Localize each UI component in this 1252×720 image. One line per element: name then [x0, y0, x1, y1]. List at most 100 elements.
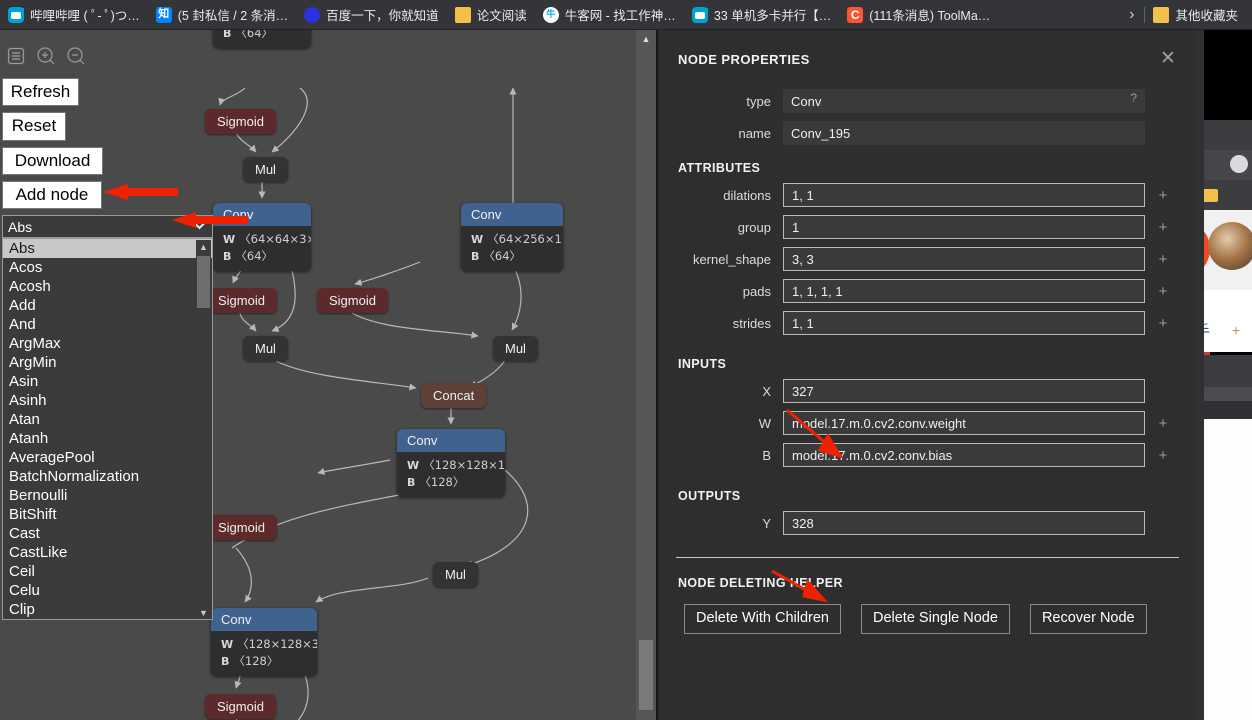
- node-type-option[interactable]: Abs: [3, 239, 212, 258]
- node-deleting-helper-buttons: Delete With Children Delete Single Node Re…: [684, 604, 1195, 634]
- node-type-option[interactable]: Asin: [3, 372, 212, 391]
- attribute-field[interactable]: 1: [783, 215, 1145, 239]
- graph-node[interactable]: Sigmoid: [205, 109, 276, 134]
- node-param-row: W〈128×128×3×3〉: [221, 636, 317, 653]
- input-field[interactable]: 327: [783, 379, 1145, 403]
- graph-node[interactable]: ConvW〈128×128×1×1〉B〈128〉: [397, 429, 505, 497]
- node-type-select[interactable]: Abs: [2, 215, 213, 238]
- graph-node[interactable]: Sigmoid: [205, 694, 276, 719]
- graph-node[interactable]: B 〈64〉: [213, 30, 311, 48]
- download-button[interactable]: Download: [2, 146, 103, 175]
- node-type-option[interactable]: Ceil: [3, 562, 212, 581]
- scroll-up-arrow-icon[interactable]: ▲: [636, 32, 656, 46]
- graph-node[interactable]: ConvW〈64×256×1×1〉B〈64〉: [461, 203, 563, 271]
- add-attribute-button[interactable]: +: [1145, 315, 1181, 332]
- node-type-option[interactable]: Clip: [3, 600, 212, 619]
- bookmark-item[interactable]: 哔哩哔哩 ( ﾟ- ﾟ)つ…: [0, 3, 148, 27]
- node-type-option[interactable]: ArgMax: [3, 334, 212, 353]
- graph-vertical-scrollbar[interactable]: ▲: [636, 30, 656, 720]
- graph-node[interactable]: ConvW〈128×128×3×3〉B〈128〉: [211, 608, 317, 676]
- graph-node[interactable]: ConvW〈64×64×3×3〉B〈64〉: [213, 203, 311, 271]
- node-type-option[interactable]: Add: [3, 296, 212, 315]
- add-node-button[interactable]: Add node: [2, 180, 102, 209]
- scrollbar-thumb[interactable]: [197, 256, 210, 308]
- refresh-button[interactable]: Refresh: [2, 78, 79, 107]
- graph-node[interactable]: Mul: [493, 336, 538, 361]
- outputs-section-title: OUTPUTS: [678, 489, 741, 503]
- helper-button[interactable]: Delete With Children: [684, 604, 841, 634]
- bookmark-item[interactable]: C (111条消息) ToolMa…: [839, 3, 998, 27]
- node-type-option[interactable]: Asinh: [3, 391, 212, 410]
- input-value: model.17.m.0.cv2.conv.weight: [792, 415, 966, 431]
- input-field[interactable]: model.17.m.0.cv2.conv.weight: [783, 411, 1145, 435]
- node-type-option[interactable]: CastLike: [3, 543, 212, 562]
- helper-button[interactable]: Delete Single Node: [860, 604, 1010, 634]
- node-type-option[interactable]: AveragePool: [3, 448, 212, 467]
- node-type-option[interactable]: BitShift: [3, 505, 212, 524]
- bookmark-item[interactable]: 33 单机多卡并行【…: [684, 3, 839, 27]
- attribute-field[interactable]: 1, 1: [783, 183, 1145, 207]
- add-attribute-button[interactable]: +: [1145, 219, 1181, 236]
- nowcoder-icon: 牛: [542, 6, 559, 23]
- name-field[interactable]: Conv_195: [783, 121, 1145, 145]
- bookmarks-overflow-button[interactable]: ›: [1119, 6, 1144, 24]
- node-type-option[interactable]: Acos: [3, 258, 212, 277]
- bookmark-item[interactable]: 百度一下，你就知道: [296, 3, 447, 27]
- scroll-down-arrow-icon[interactable]: ▼: [196, 606, 211, 619]
- name-row: name Conv_195 +: [658, 121, 1195, 145]
- scroll-up-arrow-icon[interactable]: ▲: [196, 240, 211, 254]
- node-type-option[interactable]: Acosh: [3, 277, 212, 296]
- folder-icon[interactable]: [1201, 188, 1218, 202]
- node-type-option[interactable]: BatchNormalization: [3, 467, 212, 486]
- close-icon[interactable]: ✕: [1157, 48, 1179, 70]
- node-type-option[interactable]: Atan: [3, 410, 212, 429]
- graph-node[interactable]: Sigmoid: [206, 515, 277, 540]
- node-title: Conv: [211, 608, 317, 631]
- node-type-option[interactable]: ArgMin: [3, 353, 212, 372]
- bookmark-item[interactable]: 牛牛客网 - 找工作神…: [535, 3, 684, 27]
- attribute-label: kernel_shape: [692, 251, 771, 267]
- listbox-scrollbar[interactable]: ▲ ▼: [196, 240, 211, 619]
- add-input-button[interactable]: +: [1145, 415, 1181, 432]
- node-type-option[interactable]: Celu: [3, 581, 212, 600]
- other-bookmarks-button[interactable]: 其他收藏夹: [1145, 3, 1246, 27]
- attribute-field[interactable]: 3, 3: [783, 247, 1145, 271]
- add-input-button[interactable]: +: [1145, 447, 1181, 464]
- node-type-option[interactable]: And: [3, 315, 212, 334]
- zoom-in-icon[interactable]: [34, 44, 58, 68]
- output-field[interactable]: 328: [783, 511, 1145, 535]
- node-type-option[interactable]: Bernoulli: [3, 486, 212, 505]
- bookmark-item[interactable]: 论文阅读: [447, 3, 535, 27]
- chevron-down-icon: [193, 219, 206, 233]
- reset-button[interactable]: Reset: [2, 112, 66, 141]
- help-icon[interactable]: ?: [1130, 91, 1137, 105]
- graph-node[interactable]: Concat: [421, 383, 487, 408]
- zoom-out-icon[interactable]: [64, 44, 88, 68]
- scrollbar-thumb[interactable]: [639, 640, 653, 710]
- node-type-option[interactable]: Atanh: [3, 429, 212, 448]
- attribute-field[interactable]: 1, 1, 1, 1: [783, 279, 1145, 303]
- input-value: model.17.m.0.cv2.conv.bias: [792, 447, 953, 463]
- add-attribute-button[interactable]: +: [1145, 283, 1181, 300]
- attribute-field[interactable]: 1, 1: [783, 311, 1145, 335]
- add-attribute-button[interactable]: +: [1145, 187, 1181, 204]
- add-attribute-button[interactable]: +: [1145, 251, 1181, 268]
- graph-toolbar: [4, 44, 88, 68]
- bookmark-item[interactable]: 知 (5 封私信 / 2 条消…: [148, 3, 296, 27]
- helper-button[interactable]: Recover Node: [1029, 604, 1147, 634]
- node-param-row: B 〈128〉: [407, 474, 495, 491]
- graph-node[interactable]: Sigmoid: [206, 288, 277, 313]
- graph-node[interactable]: Mul: [433, 562, 478, 587]
- node-type-listbox[interactable]: Abs Acos Acosh Add And ArgMax ArgMin Asin Asinh A…: [2, 238, 213, 620]
- menu-icon[interactable]: [4, 44, 28, 68]
- graph-node[interactable]: Sigmoid: [317, 288, 388, 313]
- input-field[interactable]: model.17.m.0.cv2.conv.bias: [783, 443, 1145, 467]
- node-type-option[interactable]: Cast: [3, 524, 212, 543]
- graph-node[interactable]: Mul: [243, 336, 288, 361]
- graph-node[interactable]: Mul: [243, 157, 288, 182]
- panel-title: NODE PROPERTIES: [678, 52, 810, 67]
- properties-header: NODE PROPERTIES ✕: [658, 30, 1195, 70]
- graph-canvas[interactable]: B〈64〉 Sigmoid Mul ConvW〈64×64×3×3〉B〈64〉 Conv…: [0, 30, 636, 720]
- node-title: Conv: [461, 203, 563, 226]
- bookmark-label: (111条消息) ToolMa…: [869, 9, 991, 23]
